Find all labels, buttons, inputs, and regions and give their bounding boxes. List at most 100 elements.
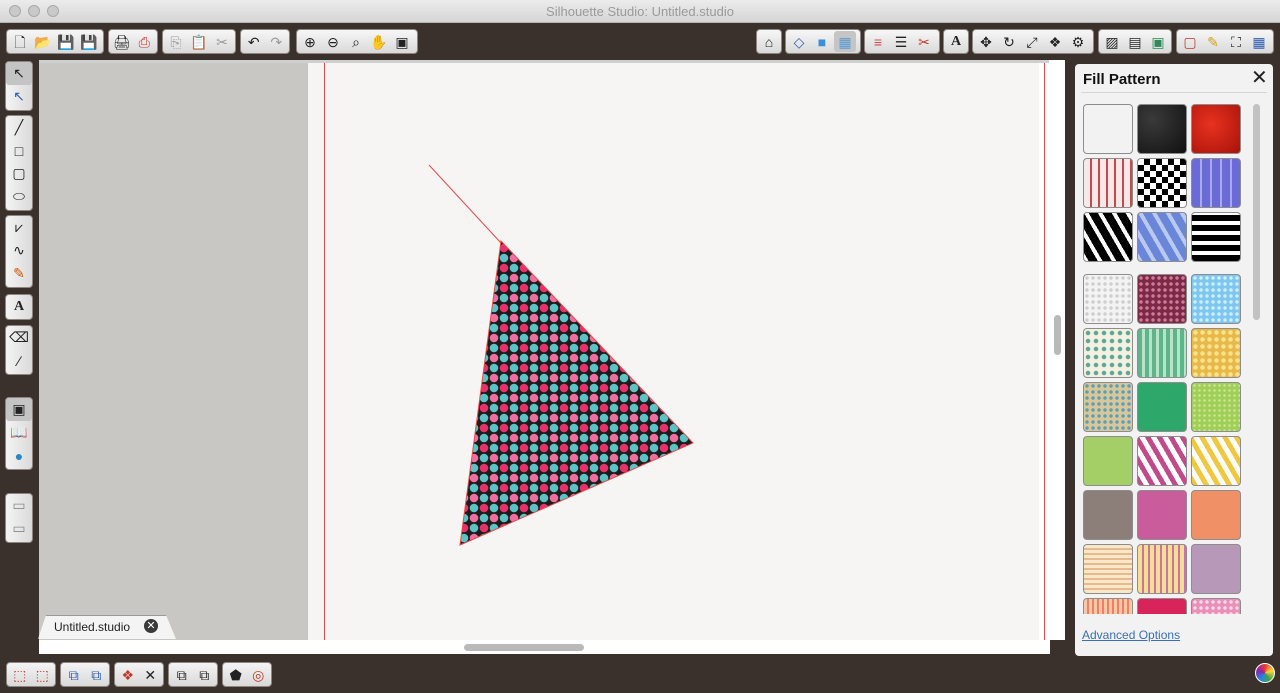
ungroup-icon[interactable]: ⬚ bbox=[32, 664, 54, 685]
pattern-swatch-sky-blue-dots[interactable] bbox=[1191, 274, 1241, 324]
cut-settings-icon[interactable]: ✂ bbox=[913, 31, 935, 52]
pattern-swatch-cream-stripes[interactable] bbox=[1083, 544, 1133, 594]
pattern-swatch-green-stripes[interactable] bbox=[1137, 328, 1187, 378]
open-folder-icon[interactable]: 📂 bbox=[32, 31, 54, 52]
pattern-swatch-blue-diamonds[interactable] bbox=[1137, 212, 1187, 262]
group-icon[interactable]: ⬚ bbox=[9, 664, 31, 685]
point-edit-icon[interactable]: ↖ bbox=[6, 85, 32, 108]
fit-page-icon[interactable]: ▣ bbox=[391, 31, 413, 52]
pattern-swatch-salmon[interactable] bbox=[1191, 490, 1241, 540]
weld-icon[interactable]: ⬟ bbox=[225, 664, 247, 685]
fill-gradient-icon[interactable]: ■ bbox=[811, 31, 833, 52]
polka-dot-triangle[interactable] bbox=[459, 239, 694, 546]
make-compound-icon[interactable]: ⧉ bbox=[63, 664, 85, 685]
split-view-icon[interactable]: ▭ bbox=[6, 517, 32, 540]
design-store-icon[interactable]: ⌂ bbox=[759, 31, 779, 52]
pattern-swatch-white-crosshatch[interactable] bbox=[1083, 104, 1133, 154]
pattern-swatch-purple-geometric[interactable] bbox=[1191, 158, 1241, 208]
bring-forward-icon[interactable]: ⧉ bbox=[171, 664, 193, 685]
print-cut-icon[interactable]: ⎙ bbox=[134, 31, 156, 52]
fill-color-icon[interactable]: ◇ bbox=[788, 31, 810, 52]
pattern-swatch-pink-dots[interactable] bbox=[1191, 598, 1241, 614]
paste-icon[interactable]: 📋 bbox=[188, 31, 210, 52]
grid-icon[interactable]: ▦ bbox=[1248, 31, 1270, 52]
crop-icon[interactable]: ⛶ bbox=[1225, 31, 1247, 52]
save-to-library-icon[interactable]: 💾 bbox=[78, 31, 100, 52]
pattern-swatch-burgundy-dots[interactable] bbox=[1137, 274, 1187, 324]
pattern-swatch-lime-green[interactable] bbox=[1083, 436, 1133, 486]
pattern-swatch-peach-stripes[interactable] bbox=[1083, 598, 1133, 614]
settings-gear-icon[interactable]: ⚙ bbox=[1067, 31, 1089, 52]
pattern-swatch-lime-speckle[interactable] bbox=[1191, 382, 1241, 432]
text-icon[interactable]: A bbox=[6, 295, 32, 318]
replicate-icon[interactable]: ❖ bbox=[1044, 31, 1066, 52]
copy-icon[interactable]: ⎘ bbox=[165, 31, 187, 52]
trace-icon[interactable]: ✎ bbox=[1202, 31, 1224, 52]
line-icon[interactable]: ╱ bbox=[6, 116, 32, 139]
library-icon[interactable]: ▣ bbox=[1147, 31, 1169, 52]
document-tab[interactable]: Untitled.studio ✕ bbox=[38, 615, 176, 639]
pattern-swatch-teal-argyle[interactable] bbox=[1083, 328, 1133, 378]
pattern-swatch-yellow-harlequin[interactable] bbox=[1191, 436, 1241, 486]
design-canvas[interactable] bbox=[39, 60, 1050, 654]
redo-icon[interactable]: ↷ bbox=[266, 31, 288, 52]
pattern-swatch-emerald-green[interactable] bbox=[1137, 382, 1187, 432]
ellipse-icon[interactable]: ⬭ bbox=[6, 185, 32, 208]
rectangle-icon[interactable]: □ bbox=[6, 139, 32, 162]
release-compound-icon[interactable]: ⧉ bbox=[86, 664, 108, 685]
scale-icon[interactable]: ⤢ bbox=[1021, 31, 1043, 52]
pattern-swatch-rose[interactable] bbox=[1137, 490, 1187, 540]
pattern-swatch-black-white-checker[interactable] bbox=[1137, 158, 1187, 208]
vertical-scroll-thumb[interactable] bbox=[1054, 315, 1061, 355]
pattern-swatch-pink-yellow-stripes[interactable] bbox=[1137, 544, 1187, 594]
cut-icon[interactable]: ✂ bbox=[211, 31, 233, 52]
registration-icon[interactable]: ▤ bbox=[1124, 31, 1146, 52]
knife-icon[interactable]: ∕ bbox=[6, 349, 32, 372]
panel-scroll-thumb[interactable] bbox=[1253, 104, 1260, 320]
pattern-swatch-black-leather[interactable] bbox=[1137, 104, 1187, 154]
offset-icon[interactable]: ▢ bbox=[1179, 31, 1201, 52]
pattern-swatch-white-dots[interactable] bbox=[1083, 274, 1133, 324]
pattern-swatch-black-diamonds[interactable] bbox=[1083, 212, 1133, 262]
show-library-icon[interactable]: ▣ bbox=[6, 398, 32, 421]
line-style-icon[interactable]: ☰ bbox=[890, 31, 912, 52]
panel-toggle-icon[interactable]: ▭ bbox=[6, 494, 32, 517]
color-wheel-icon[interactable] bbox=[1255, 663, 1275, 683]
pattern-swatch-red-arrows[interactable] bbox=[1083, 158, 1133, 208]
select-icon[interactable]: ↖ bbox=[6, 62, 32, 85]
pattern-swatch-taupe[interactable] bbox=[1083, 490, 1133, 540]
undo-icon[interactable]: ↶ bbox=[243, 31, 265, 52]
new-document-icon[interactable]: 🗋 bbox=[9, 31, 31, 52]
text-style-icon[interactable]: A bbox=[946, 31, 966, 52]
polygon-icon[interactable]: ⩗ bbox=[6, 216, 32, 239]
line-color-icon[interactable]: ≡ bbox=[867, 31, 889, 52]
rounded-rectangle-icon[interactable]: ▢ bbox=[6, 162, 32, 185]
silhouette-store-icon[interactable]: ● bbox=[6, 444, 32, 467]
pattern-swatch-pink-harlequin[interactable] bbox=[1137, 436, 1187, 486]
zoom-out-icon[interactable]: ⊖ bbox=[322, 31, 344, 52]
delete-icon[interactable]: ✕ bbox=[140, 664, 162, 685]
zoom-select-icon[interactable]: ⌕ bbox=[345, 31, 367, 52]
pattern-swatch-blue-tan-dots[interactable] bbox=[1083, 382, 1133, 432]
offset-target-icon[interactable]: ◎ bbox=[248, 664, 270, 685]
library-book-icon[interactable]: 📖 bbox=[6, 421, 32, 444]
transform-icon[interactable]: ✥ bbox=[975, 31, 997, 52]
pattern-swatch-raspberry[interactable] bbox=[1137, 598, 1187, 614]
print-icon[interactable]: 🖨 bbox=[111, 31, 133, 52]
curve-icon[interactable]: ∿ bbox=[6, 239, 32, 262]
horizontal-scroll-thumb[interactable] bbox=[464, 644, 584, 651]
advanced-options-link[interactable]: Advanced Options bbox=[1082, 628, 1180, 642]
pattern-swatch-black-white-stripes[interactable] bbox=[1191, 212, 1241, 262]
pan-icon[interactable]: ✋ bbox=[368, 31, 390, 52]
freehand-icon[interactable]: ✎ bbox=[6, 262, 32, 285]
close-tab-icon[interactable]: ✕ bbox=[144, 619, 158, 633]
rotate-icon[interactable]: ↻ bbox=[998, 31, 1020, 52]
zoom-in-icon[interactable]: ⊕ bbox=[299, 31, 321, 52]
close-panel-icon[interactable]: ✕ bbox=[1251, 68, 1268, 88]
send-backward-icon[interactable]: ⧉ bbox=[194, 664, 216, 685]
save-icon[interactable]: 💾 bbox=[55, 31, 77, 52]
duplicate-icon[interactable]: ❖ bbox=[117, 664, 139, 685]
fill-pattern-icon[interactable]: ▦ bbox=[834, 31, 856, 52]
pattern-swatch-red-crinkle[interactable] bbox=[1191, 104, 1241, 154]
eraser-icon[interactable]: ⌫ bbox=[6, 326, 32, 349]
